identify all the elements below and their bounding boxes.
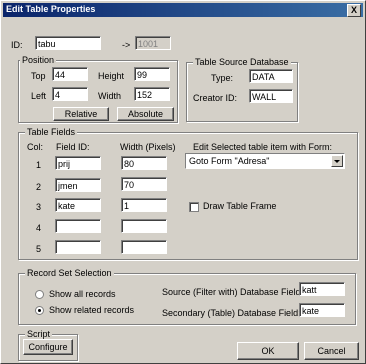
draw-frame-checkbox[interactable] [189, 202, 199, 212]
field-width-input[interactable]: 1 [121, 198, 167, 212]
absolute-button[interactable]: Absolute [117, 107, 174, 121]
configure-button[interactable]: Configure [23, 339, 73, 355]
record-set-group-title: Record Set Selection [25, 268, 114, 278]
field-id-header: Field ID: [56, 142, 90, 152]
col-header: Col: [27, 142, 44, 152]
field-id-input[interactable] [55, 240, 101, 254]
field-width-input[interactable] [121, 219, 167, 233]
height-label: Height [98, 71, 125, 81]
creator-id-field[interactable]: WALL [249, 89, 293, 103]
close-button[interactable]: X [347, 4, 361, 17]
chevron-down-icon[interactable] [331, 155, 343, 167]
col-number: 3 [36, 202, 42, 212]
title-bar: Edit Table Properties X [3, 3, 363, 17]
script-group-title: Script [25, 329, 53, 339]
col-number: 4 [36, 223, 42, 233]
show-related-label: Show related records [49, 305, 135, 315]
dialog-window: Edit Table Properties X ID: tabu -> 1001… [0, 0, 366, 364]
show-related-radio[interactable] [35, 306, 44, 315]
id-label: ID: [11, 40, 23, 50]
type-label: Type: [211, 73, 234, 83]
type-field[interactable]: DATA [249, 69, 293, 83]
ok-button[interactable]: OK [237, 342, 299, 360]
show-all-label: Show all records [49, 289, 116, 299]
draw-frame-label: Draw Table Frame [203, 201, 277, 211]
id-field[interactable]: tabu [35, 36, 101, 50]
width-pixels-header: Width (Pixels) [120, 142, 176, 152]
form-select[interactable]: Goto Form "Adresa" [185, 153, 345, 169]
cancel-button[interactable]: Cancel [304, 342, 359, 360]
width-label: Width [98, 91, 122, 101]
left-field[interactable]: 4 [52, 87, 88, 101]
window-title: Edit Table Properties [6, 4, 96, 14]
field-width-input[interactable]: 80 [121, 156, 167, 170]
col-number: 2 [36, 182, 42, 192]
field-id-input[interactable]: jmen [55, 178, 101, 192]
top-field[interactable]: 44 [52, 67, 88, 81]
field-id-input[interactable] [55, 219, 101, 233]
relative-button[interactable]: Relative [53, 107, 109, 121]
edit-form-header: Edit Selected table item with Form: [193, 142, 333, 152]
id-mapped-field: 1001 [135, 36, 171, 50]
position-group-title: Position [20, 55, 57, 65]
source-field-input[interactable]: katt [299, 282, 345, 296]
secondary-field-label: Secondary (Table) Database Field: [162, 308, 301, 318]
id-arrow: -> [122, 40, 131, 50]
secondary-field-input[interactable]: kate [299, 303, 345, 317]
source-db-group-title: Table Source Database [193, 57, 291, 67]
field-width-input[interactable]: 70 [121, 177, 167, 191]
field-id-input[interactable]: prij [55, 156, 101, 170]
col-number: 1 [36, 160, 42, 170]
field-id-input[interactable]: kate [55, 198, 101, 212]
left-label: Left [31, 91, 47, 101]
form-select-value: Goto Form "Adresa" [189, 156, 270, 166]
show-all-radio[interactable] [35, 290, 44, 299]
table-fields-group-title: Table Fields [25, 127, 78, 137]
height-field[interactable]: 99 [134, 67, 170, 81]
field-width-input[interactable] [121, 240, 167, 254]
creator-id-label: Creator ID: [193, 93, 238, 103]
col-number: 5 [36, 244, 42, 254]
source-field-label: Source (Filter with) Database Field: [162, 287, 304, 297]
top-label: Top [31, 71, 46, 81]
width-field[interactable]: 152 [134, 87, 170, 101]
